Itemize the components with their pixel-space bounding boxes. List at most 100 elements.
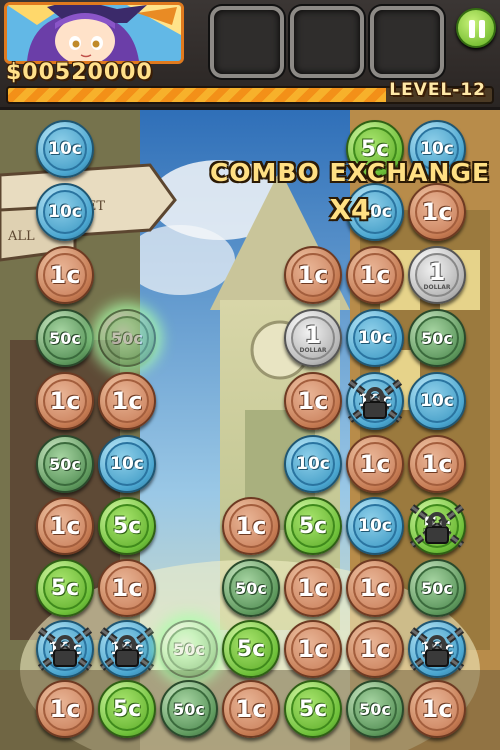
coin-value-label: 10c (43, 627, 87, 671)
level-progress-fill (8, 88, 386, 102)
coin-dime-locked[interactable]: 10c (346, 372, 404, 430)
coin-half-dollar[interactable]: 50c (346, 680, 404, 738)
coin-dime-locked[interactable]: 10c (98, 620, 156, 678)
coin-value-label: 10c (415, 627, 459, 671)
coin-value-label: 10c (43, 190, 87, 234)
coin-nickel[interactable]: 5c (222, 620, 280, 678)
coin-value-label: 5c (43, 566, 87, 610)
coin-value-label: 1c (291, 253, 335, 297)
coin-nickel[interactable]: 5c (98, 680, 156, 738)
coin-nickel[interactable]: 5c (284, 497, 342, 555)
coin-penny[interactable]: 1c (36, 497, 94, 555)
coin-penny[interactable]: 1c (36, 372, 94, 430)
witch-girl-avatar-icon (7, 5, 181, 61)
item-slot-2[interactable] (290, 6, 364, 78)
coin-dime[interactable]: 10c (36, 183, 94, 241)
coin-value-label: 50c (167, 687, 211, 731)
coin-value-label: 1c (353, 566, 397, 610)
coin-half-dollar[interactable]: 50c (36, 309, 94, 367)
coin-penny[interactable]: 1c (346, 435, 404, 493)
coin-dime-locked[interactable]: 10c (36, 620, 94, 678)
coin-value-label: 5c (105, 687, 149, 731)
coin-value-label: 10c (105, 442, 149, 486)
coin-value-label: 10c (353, 316, 397, 360)
coin-half-dollar[interactable]: 50c (160, 680, 218, 738)
combo-multiplier: X4 (329, 193, 371, 226)
coin-penny[interactable]: 1c (408, 680, 466, 738)
coin-penny[interactable]: 1c (284, 372, 342, 430)
coin-nickel[interactable]: 5c (284, 680, 342, 738)
coin-value-label: 50c (415, 566, 459, 610)
coin-dime[interactable]: 10c (36, 120, 94, 178)
coin-dime[interactable]: 10c (346, 497, 404, 555)
pause-icon (469, 20, 475, 38)
coin-dime[interactable]: 10c (98, 435, 156, 493)
game-board[interactable]: STREET N1 ALL 10c5c10c10c10c1c1c1c1c1DOL… (0, 110, 500, 750)
coin-penny[interactable]: 1c (222, 680, 280, 738)
coin-value-label: 1c (105, 379, 149, 423)
coin-value-label: 1c (353, 627, 397, 671)
coin-penny[interactable]: 1c (346, 246, 404, 304)
item-slot-1[interactable] (210, 6, 284, 78)
coin-dollar[interactable]: 1 DOLLAR (408, 246, 466, 304)
coin-penny[interactable]: 1c (222, 497, 280, 555)
coin-value-label: 50c (43, 316, 87, 360)
item-slot-3[interactable] (370, 6, 444, 78)
coin-dime[interactable]: 10c (408, 372, 466, 430)
coin-value-label: 5c (291, 687, 335, 731)
coin-value-label: 1c (291, 379, 335, 423)
coin-value-label: 1c (291, 566, 335, 610)
coin-value-label: 1c (229, 504, 273, 548)
coin-dime-locked[interactable]: 10c (408, 620, 466, 678)
coin-half-dollar[interactable]: 50c (36, 435, 94, 493)
coin-penny[interactable]: 1c (284, 246, 342, 304)
coin-penny[interactable]: 1c (98, 559, 156, 617)
coin-value-label: 1c (43, 253, 87, 297)
coin-value-label: 5c (229, 627, 273, 671)
coin-penny[interactable]: 1c (346, 559, 404, 617)
coin-value-label: 1c (415, 687, 459, 731)
coin-value-label: 1 DOLLAR (291, 316, 335, 360)
coin-penny[interactable]: 1c (36, 680, 94, 738)
coin-value-label: 10c (105, 627, 149, 671)
coin-value-label: 50c (105, 316, 149, 360)
coin-penny[interactable]: 1c (408, 435, 466, 493)
coin-nickel[interactable]: 5c (98, 497, 156, 555)
coin-half-dollar[interactable]: 50c (408, 559, 466, 617)
coin-value-label: 5c (105, 504, 149, 548)
money-counter: $00520000 (6, 60, 153, 85)
coin-value-label: 1c (353, 442, 397, 486)
coin-value-label: 10c (353, 379, 397, 423)
coin-penny[interactable]: 1c (284, 559, 342, 617)
coin-nickel[interactable]: 5c (36, 559, 94, 617)
coin-dollar[interactable]: 1 DOLLAR (284, 309, 342, 367)
coin-half-dollar[interactable]: 50c (98, 309, 156, 367)
hud-bar: $00520000 LEVEL-12 (0, 0, 500, 110)
coin-half-dollar[interactable]: 50c (160, 620, 218, 678)
coin-penny[interactable]: 1c (98, 372, 156, 430)
pause-button[interactable] (456, 8, 496, 48)
combo-banner: COMBO EXCHANGE X4 (200, 158, 500, 226)
coin-value-label: 50c (43, 442, 87, 486)
coin-value-label: 1c (229, 687, 273, 731)
coin-half-dollar[interactable]: 50c (222, 559, 280, 617)
coin-penny[interactable]: 1c (284, 620, 342, 678)
signpost-all: ALL (7, 229, 35, 244)
coin-value-label: 1 DOLLAR (415, 253, 459, 297)
coin-value-label: 5c (415, 504, 459, 548)
coin-value-label: 1c (105, 566, 149, 610)
coin-nickel-locked[interactable]: 5c (408, 497, 466, 555)
coin-value-label: 10c (43, 127, 87, 171)
coin-dime[interactable]: 10c (346, 309, 404, 367)
coin-value-label: 1c (43, 687, 87, 731)
level-indicator: LEVEL-12 (389, 80, 486, 100)
coin-penny[interactable]: 1c (36, 246, 94, 304)
player-portrait (4, 2, 184, 64)
coin-value-label: 5c (291, 504, 335, 548)
coin-value-label: 50c (353, 687, 397, 731)
coin-half-dollar[interactable]: 50c (408, 309, 466, 367)
coin-penny[interactable]: 1c (346, 620, 404, 678)
coin-value-label: 50c (229, 566, 273, 610)
coin-value-label: 10c (291, 442, 335, 486)
coin-dime[interactable]: 10c (284, 435, 342, 493)
